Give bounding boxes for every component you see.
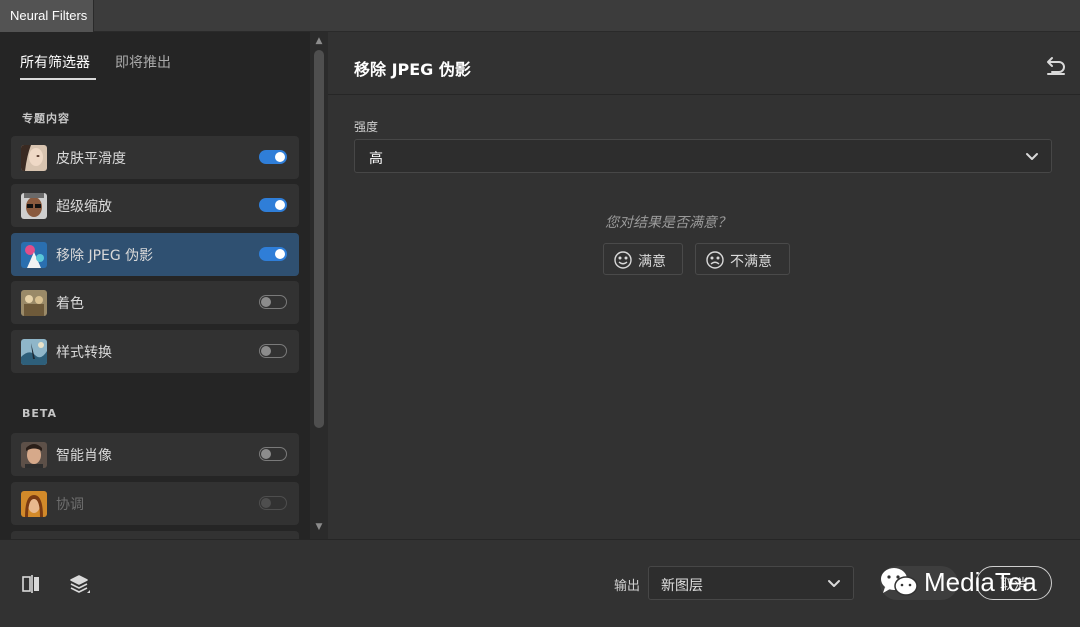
watermark: MediaTea [880, 564, 1052, 604]
filter-item-super-zoom[interactable]: 超级缩放 [11, 184, 299, 227]
filter-toggle-style-transfer[interactable] [259, 344, 287, 358]
scrollbar-thumb[interactable] [314, 50, 324, 428]
output-dropdown[interactable]: 新图层 [648, 566, 854, 600]
man-portrait-thumbnail-icon [21, 442, 47, 468]
wechat-logo-icon [880, 566, 920, 600]
compare-view-icon[interactable] [20, 573, 42, 595]
layers-icon[interactable] [68, 573, 92, 597]
filter-toggle-smart-portrait[interactable] [259, 447, 287, 461]
filter-item-harmonization: 协调 [11, 482, 299, 525]
tab-bar: Neural Filters [0, 0, 1080, 32]
toggle-knob [261, 296, 271, 307]
filter-label: 皮肤平滑度 [56, 151, 126, 167]
filter-toggle-jpeg-artifacts-removal[interactable] [259, 247, 287, 261]
portrait-thumbnail-icon [21, 145, 47, 171]
filter-item-style-transfer[interactable]: 样式转换 [11, 330, 299, 373]
toggle-knob [261, 448, 271, 459]
filter-label: 超级缩放 [56, 199, 112, 215]
reset-icon[interactable] [1044, 54, 1068, 78]
filter-label: 智能肖像 [56, 448, 112, 464]
active-tab-underline [20, 78, 96, 80]
filter-sidebar: 所有筛选器 即将推出 专题内容 皮肤平滑度 超级缩放 移除 JPEG 伪影 着色 [0, 32, 310, 539]
strength-selected-value: 高 [369, 151, 383, 167]
filter-item-smart-portrait[interactable]: 智能肖像 [11, 433, 299, 476]
satisfied-button[interactable]: 满意 [603, 243, 683, 275]
toggle-knob [275, 249, 285, 259]
woman-portrait-thumbnail-icon [21, 491, 47, 517]
filter-label: 着色 [56, 296, 84, 312]
chevron-down-icon [1025, 149, 1039, 163]
painting-thumbnail-icon [21, 339, 47, 365]
output-selected-value: 新图层 [661, 578, 703, 594]
filter-item-colorize[interactable]: 着色 [11, 281, 299, 324]
scroll-up-icon[interactable]: ▲ [310, 34, 328, 48]
filter-toggle-colorize[interactable] [259, 295, 287, 309]
vintage-photo-thumbnail-icon [21, 290, 47, 316]
output-label: 输出 [614, 579, 641, 594]
featured-section-title: 专题内容 [22, 112, 70, 125]
strength-label: 强度 [354, 120, 379, 134]
filter-label: 样式转换 [56, 345, 112, 361]
filter-label: 移除 JPEG 伪影 [56, 248, 154, 264]
satisfied-label: 满意 [638, 254, 666, 270]
unsatisfied-button[interactable]: 不满意 [695, 243, 790, 275]
filter-settings-panel: 移除 JPEG 伪影 强度 高 您对结果是否满意？ 满意 不满意 [328, 32, 1080, 539]
artwork-thumbnail-icon [21, 242, 47, 268]
strength-dropdown[interactable]: 高 [354, 139, 1052, 173]
chevron-down-icon [827, 576, 841, 590]
tab-all-filters[interactable]: 所有筛选器 [20, 52, 90, 72]
scroll-down-icon[interactable]: ▼ [310, 520, 328, 534]
sidebar-scrollbar[interactable]: ▲ ▼ [310, 32, 328, 539]
frown-icon [705, 250, 725, 270]
smile-icon [613, 250, 633, 270]
feedback-question: 您对结果是否满意？ [605, 215, 731, 231]
tab-coming-soon[interactable]: 即将推出 [115, 52, 171, 72]
panel-title: 移除 JPEG 伪影 [354, 60, 471, 79]
tab-neural-filters[interactable]: Neural Filters [0, 0, 94, 32]
watermark-text: MediaTea [924, 567, 1037, 597]
filter-item-partial [11, 531, 299, 539]
toggle-knob [275, 152, 285, 162]
toggle-knob [275, 200, 285, 210]
portrait-glasses-thumbnail-icon [21, 193, 47, 219]
filter-toggle-harmonization [259, 496, 287, 510]
unsatisfied-label: 不满意 [730, 254, 772, 270]
toggle-knob [261, 497, 271, 508]
filter-toggle-skin-smoothing[interactable] [259, 150, 287, 164]
beta-section-title: BETA [22, 407, 58, 420]
filter-item-jpeg-artifacts-removal[interactable]: 移除 JPEG 伪影 [11, 233, 299, 276]
filter-label: 协调 [56, 497, 84, 513]
filter-item-skin-smoothing[interactable]: 皮肤平滑度 [11, 136, 299, 179]
toggle-knob [261, 345, 271, 356]
filter-toggle-super-zoom[interactable] [259, 198, 287, 212]
panel-header: 移除 JPEG 伪影 [328, 32, 1080, 95]
